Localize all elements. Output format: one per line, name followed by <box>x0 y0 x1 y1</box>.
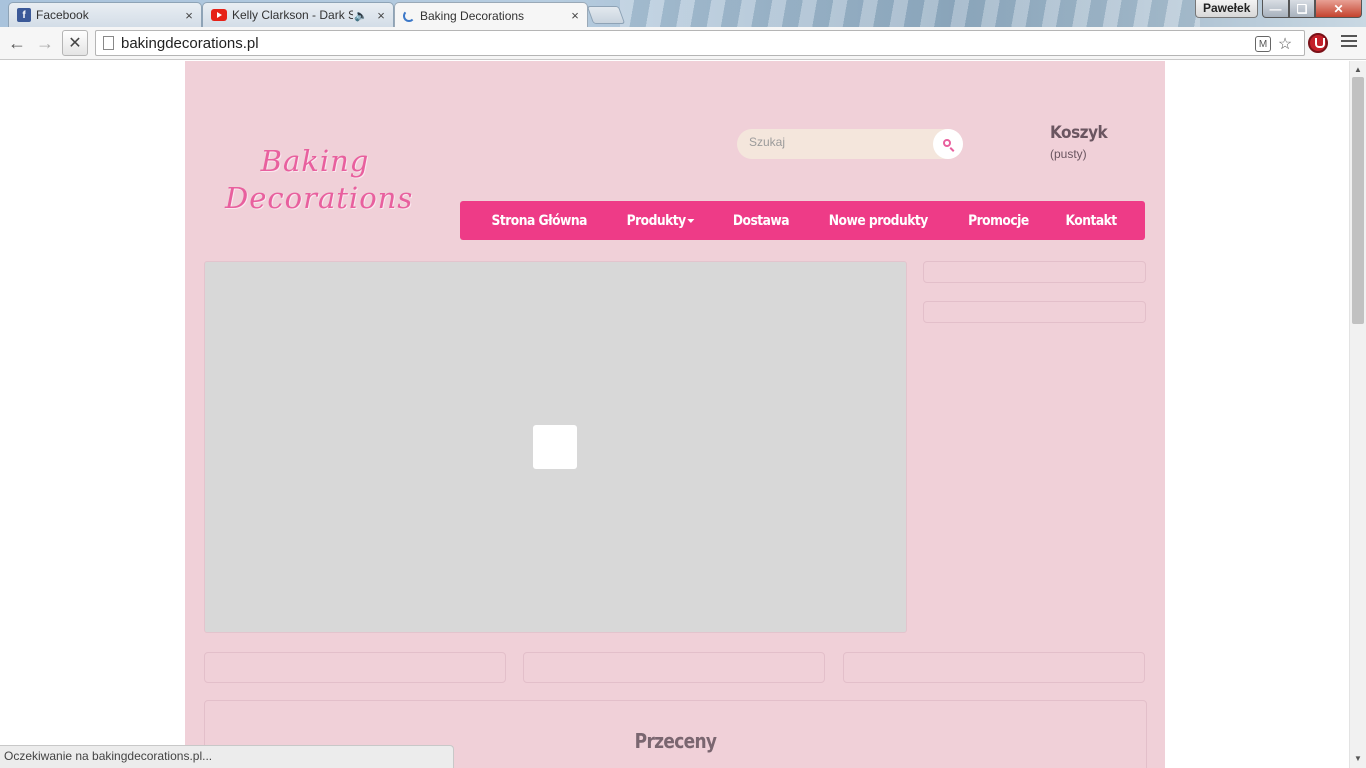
logo-line-2: Decorations <box>225 181 414 215</box>
vertical-scrollbar[interactable]: ▲ ▼ <box>1349 61 1366 768</box>
logo-line-1: Baking <box>260 144 370 178</box>
tab-youtube[interactable]: Kelly Clarkson - Dark Si 🔈 × <box>202 2 394 27</box>
close-icon[interactable]: × <box>373 8 389 23</box>
close-icon[interactable]: × <box>181 8 197 23</box>
cart-status: (pusty) <box>1050 147 1087 161</box>
youtube-icon <box>211 9 227 21</box>
promo-banner[interactable] <box>523 652 825 683</box>
tab-baking-decorations[interactable]: Baking Decorations × <box>394 2 588 27</box>
search-icon <box>943 139 951 147</box>
adblock-extension-icon[interactable] <box>1308 33 1328 53</box>
nav-item-new-products[interactable]: Nowe produkty <box>829 213 929 229</box>
url-text[interactable]: bakingdecorations.pl <box>121 35 259 52</box>
scrollbar-thumb[interactable] <box>1352 77 1364 324</box>
new-tab-button[interactable] <box>586 6 626 24</box>
slider-loading-placeholder <box>533 425 577 469</box>
tab-facebook[interactable]: f Facebook × <box>8 2 202 27</box>
promo-banner[interactable] <box>843 652 1145 683</box>
sidebar-block <box>923 261 1146 283</box>
chevron-down-icon <box>687 218 695 223</box>
status-bar: Oczekiwanie na bakingdecorations.pl... <box>0 745 454 768</box>
profile-button[interactable]: Pawełek <box>1195 0 1259 18</box>
site-logo[interactable]: Baking Decorations <box>225 143 414 217</box>
loading-spinner-icon <box>403 9 415 22</box>
site-container: Baking Decorations Koszyk (pusty) Strona… <box>185 61 1165 768</box>
address-bar[interactable]: bakingdecorations.pl M ☆ <box>95 30 1305 56</box>
back-button[interactable]: ← <box>6 32 28 54</box>
page-viewport: Baking Decorations Koszyk (pusty) Strona… <box>0 61 1349 768</box>
browser-toolbar: ← → ✕ bakingdecorations.pl M ☆ <box>0 27 1366 60</box>
page-icon <box>103 36 114 50</box>
minimize-button[interactable]: — <box>1262 0 1289 18</box>
search-input[interactable] <box>749 135 929 149</box>
nav-item-contact[interactable]: Kontakt <box>1066 213 1118 229</box>
bookmark-star-icon[interactable]: ☆ <box>1276 35 1294 53</box>
window-close-button[interactable]: ✕ <box>1315 0 1362 18</box>
cart-title[interactable]: Koszyk <box>1050 123 1108 143</box>
facebook-icon: f <box>17 8 31 22</box>
extension-shield-icon[interactable]: M <box>1255 36 1271 52</box>
nav-item-home[interactable]: Strona Główna <box>491 213 587 229</box>
maximize-button[interactable]: ❏ <box>1289 0 1315 18</box>
tab-title: Baking Decorations <box>420 8 525 23</box>
stop-loading-button[interactable]: ✕ <box>62 30 88 56</box>
cart-widget[interactable]: Koszyk (pusty) <box>1050 123 1108 161</box>
close-icon[interactable]: × <box>567 8 583 23</box>
speaker-icon: 🔈 <box>354 9 368 22</box>
image-slider[interactable] <box>204 261 907 633</box>
scroll-down-arrow-icon[interactable]: ▼ <box>1353 754 1363 764</box>
browser-titlebar: f Facebook × Kelly Clarkson - Dark Si 🔈 … <box>0 0 1366 27</box>
scroll-up-arrow-icon[interactable]: ▲ <box>1353 65 1363 75</box>
search-box <box>737 129 963 159</box>
tab-title: Kelly Clarkson - Dark Si <box>232 8 353 22</box>
sidebar-block <box>923 301 1146 323</box>
hamburger-menu-icon[interactable] <box>1341 35 1357 51</box>
tab-title: Facebook <box>36 8 89 22</box>
main-navigation: Strona Główna Produkty Dostawa Nowe prod… <box>460 201 1145 240</box>
nav-item-delivery[interactable]: Dostawa <box>733 213 790 229</box>
nav-item-products[interactable]: Produkty <box>627 213 695 229</box>
search-button[interactable] <box>933 129 963 159</box>
forward-button[interactable]: → <box>34 32 56 54</box>
promo-banner[interactable] <box>204 652 506 683</box>
nav-item-promotions[interactable]: Promocje <box>968 213 1029 229</box>
